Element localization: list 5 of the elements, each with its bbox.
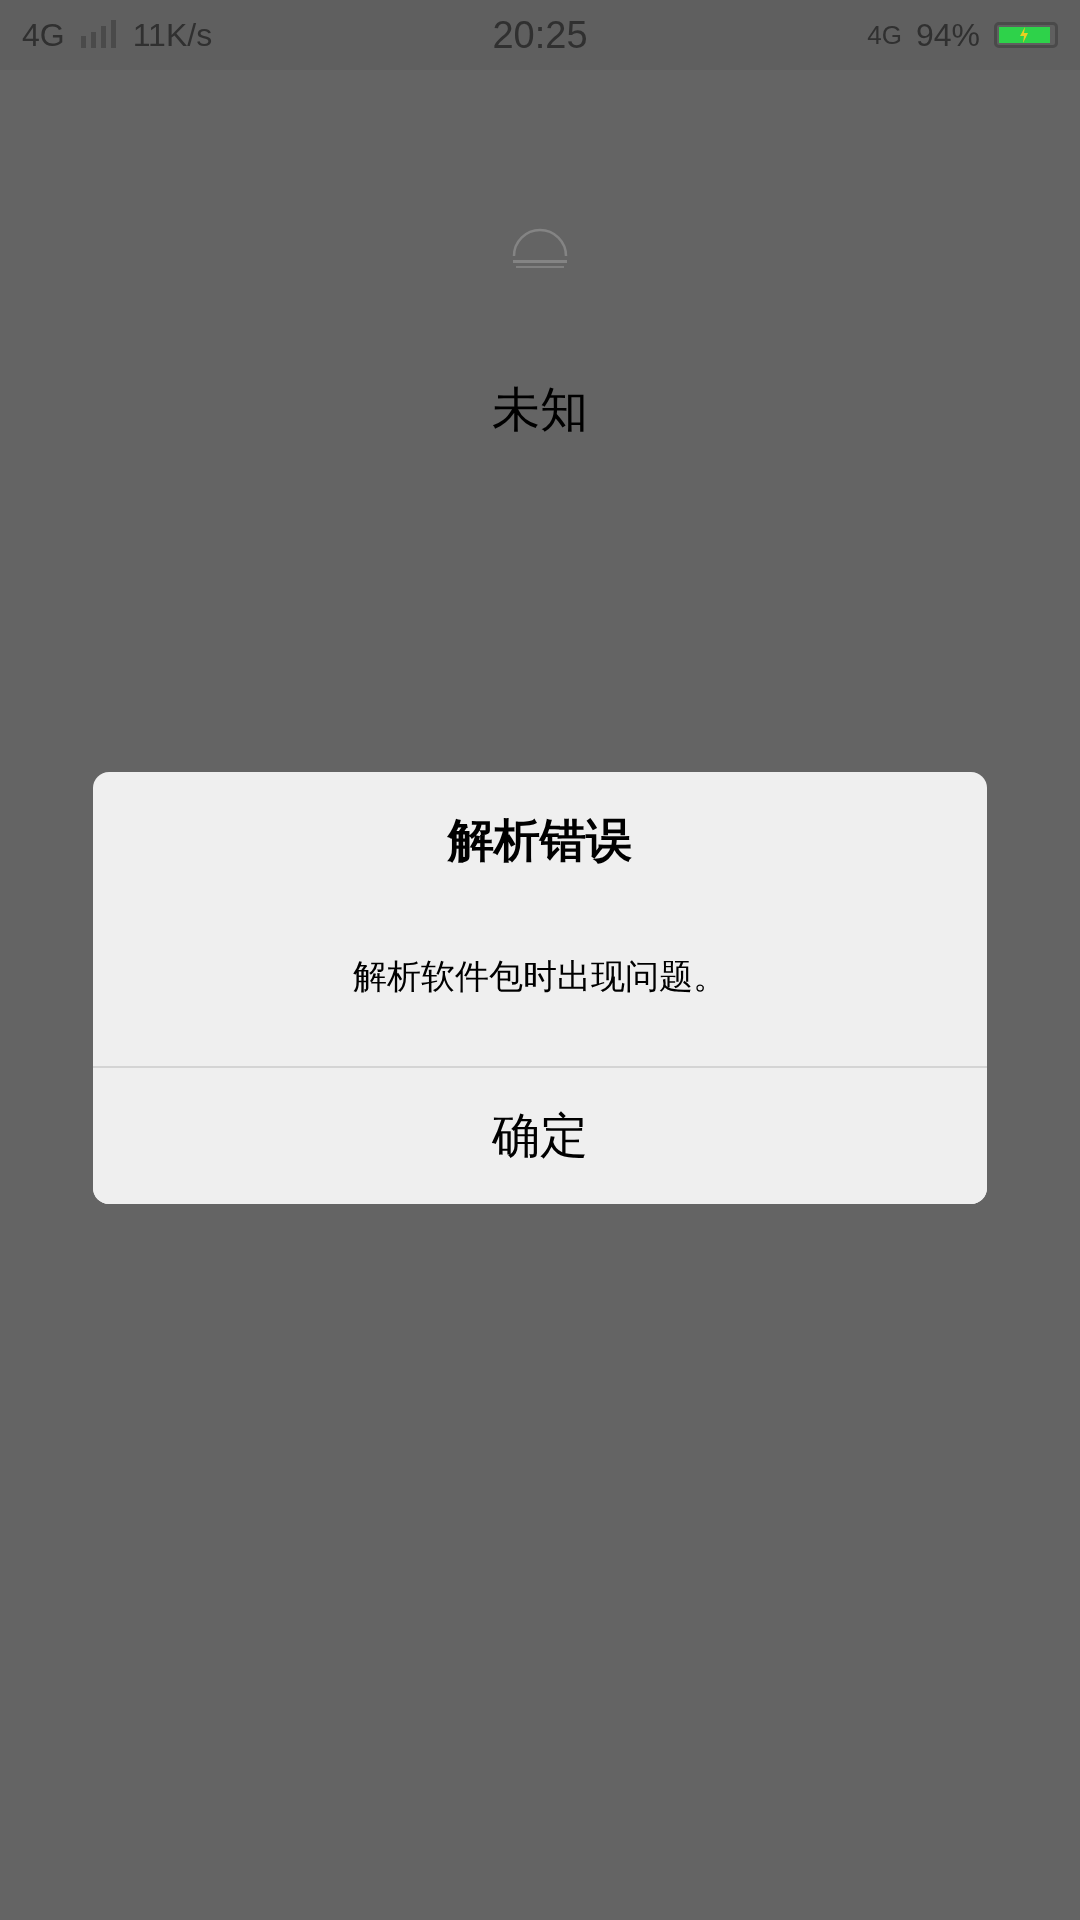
confirm-button[interactable]: 确定 [93, 1066, 987, 1204]
battery-icon [994, 22, 1058, 48]
dialog-title: 解析错误 [448, 812, 632, 869]
app-name: 未知 [492, 380, 588, 439]
dialog-message: 解析软件包时出现问题。 [353, 955, 727, 998]
